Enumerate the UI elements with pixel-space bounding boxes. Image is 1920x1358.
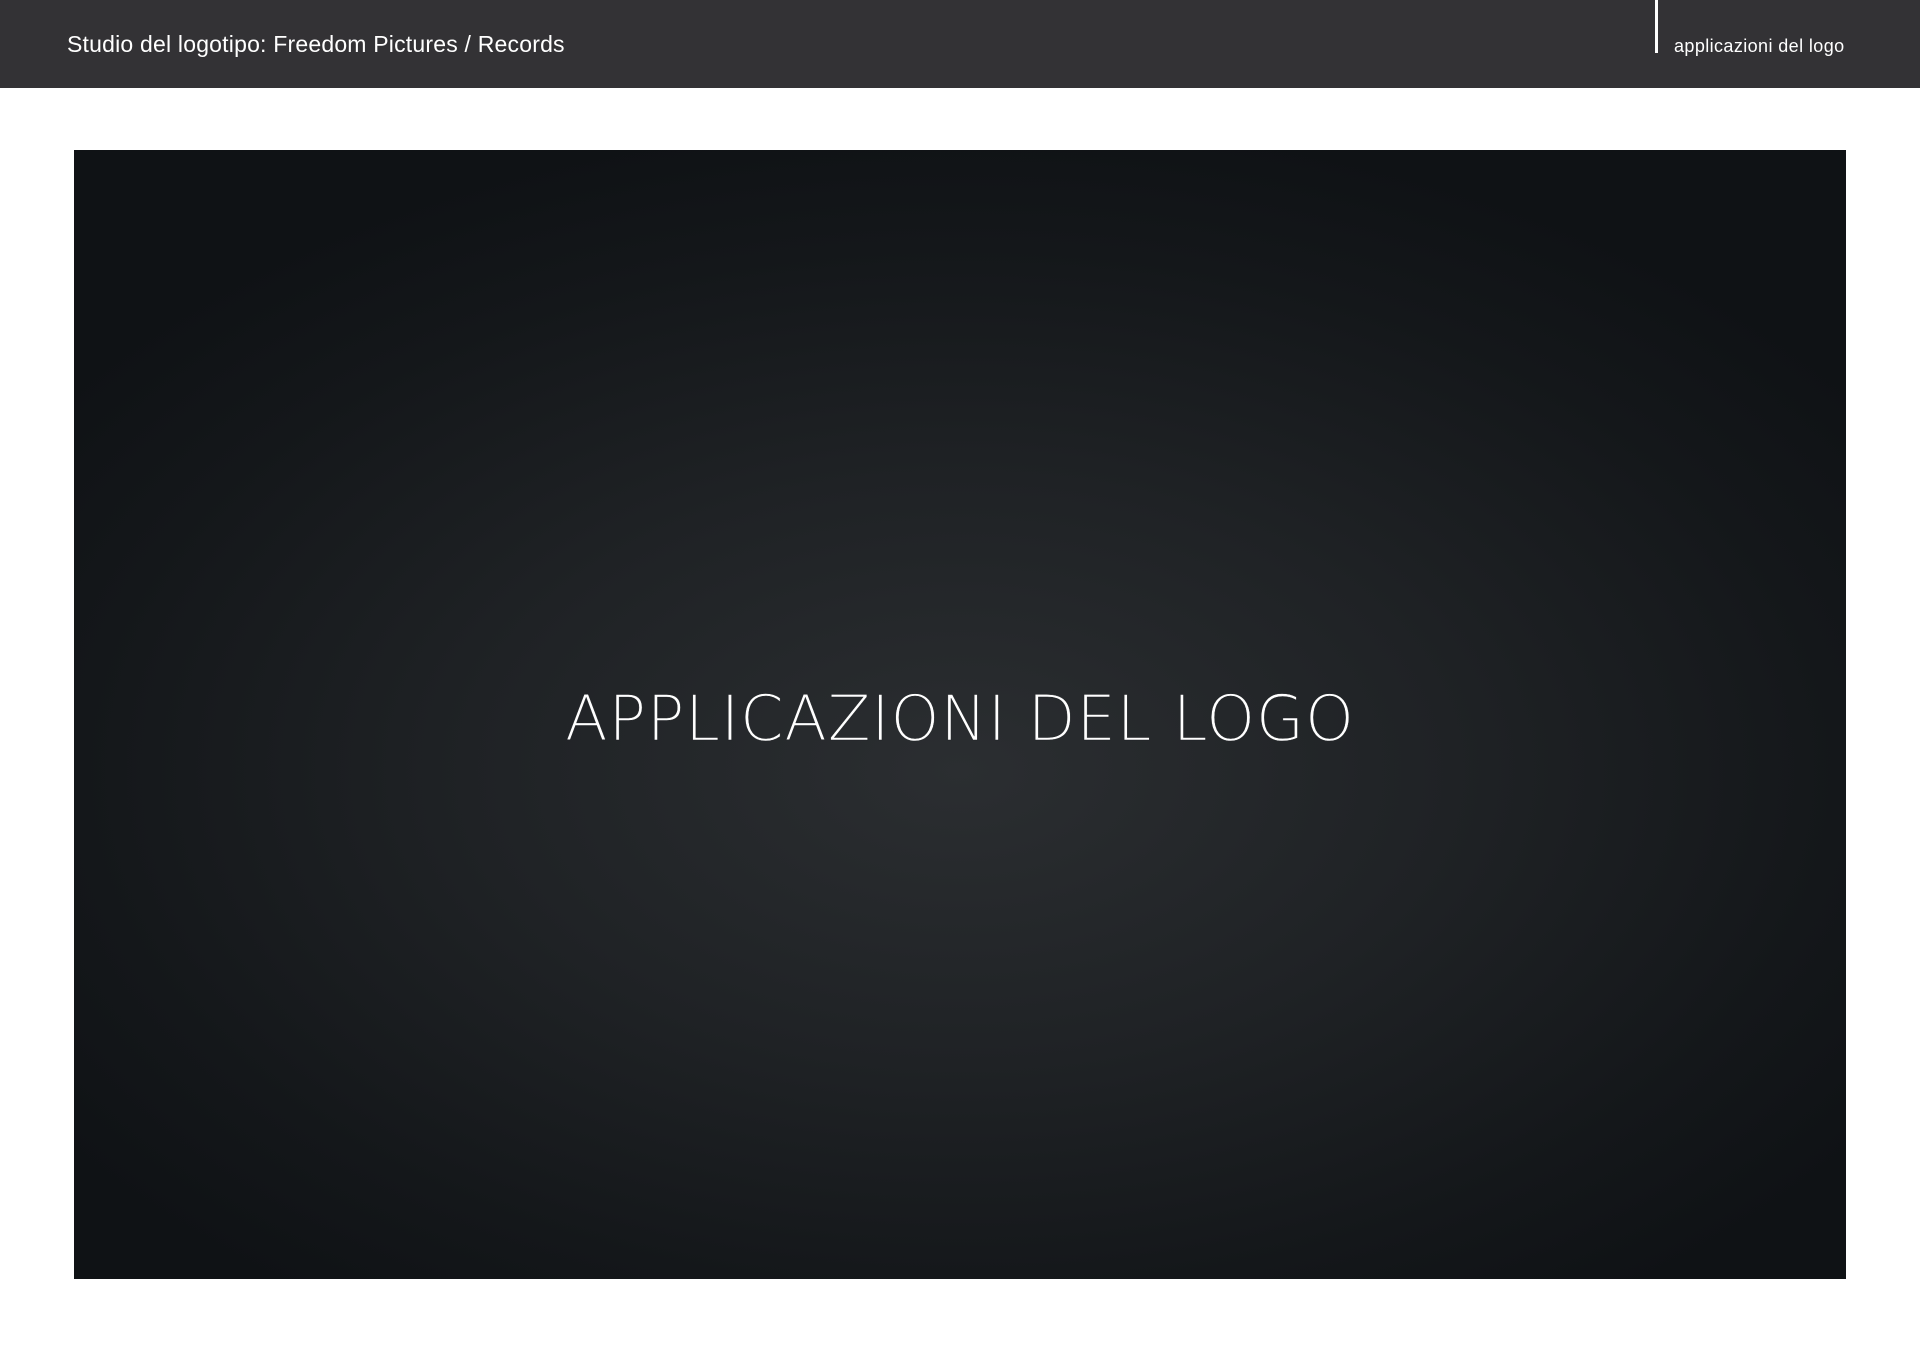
section-cover-panel: APPLICAZIONI DEL LOGO (74, 150, 1846, 1279)
header-divider (1655, 0, 1658, 53)
section-cover-title: APPLICAZIONI DEL LOGO (565, 682, 1355, 755)
section-label: applicazioni del logo (1674, 36, 1845, 56)
header-bar: Studio del logotipo: Freedom Pictures / … (0, 0, 1920, 88)
document-title: Studio del logotipo: Freedom Pictures / … (67, 31, 565, 57)
document-page: Studio del logotipo: Freedom Pictures / … (0, 0, 1920, 1358)
